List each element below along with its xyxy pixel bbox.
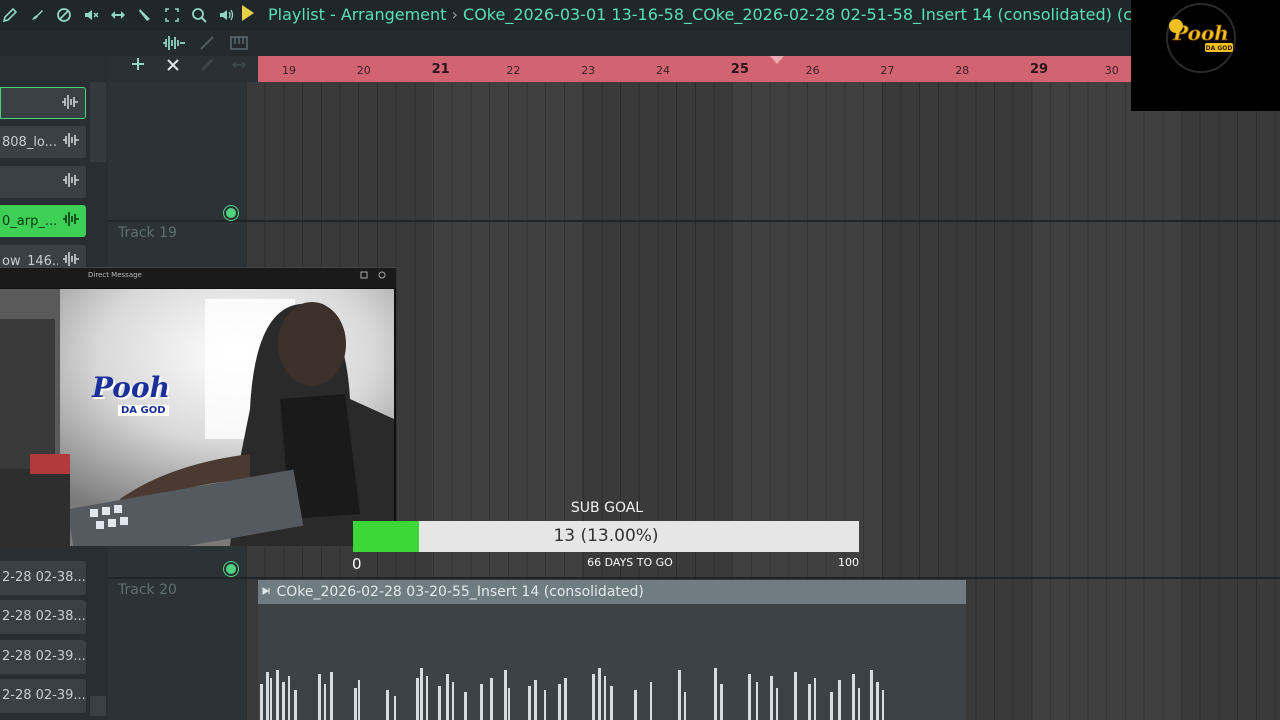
ruler-bar-number: 27 xyxy=(880,64,895,77)
sub-goal-progress-bar: 13 (13.00%) xyxy=(353,521,859,552)
ruler-bar-number: 23 xyxy=(581,64,596,77)
timeline-ruler[interactable]: 19 20 21 22 23 24 25 26 27 28 29 30 xyxy=(258,56,1131,82)
browser-item-label: 808_lo... xyxy=(2,134,58,150)
webcam-video: Pooh DA GOD xyxy=(0,289,394,546)
webcam-window[interactable]: Direct Message Pooh DA GOD xyxy=(0,267,396,546)
recording-item[interactable]: 2-28 02-38... xyxy=(0,600,86,634)
streamer-logo-panel: Pooh DA GOD xyxy=(1131,0,1280,111)
sub-goal-days-left: 66 DAYS TO GO xyxy=(587,556,673,569)
ruler-bar-number: 22 xyxy=(506,64,521,77)
browser-scrollbar[interactable] xyxy=(90,82,106,162)
webcam-logo-sub: DA GOD xyxy=(118,405,169,416)
sub-goal-progress-text: 13 (13.00%) xyxy=(553,526,659,546)
browser-item[interactable]: 0_arp_... xyxy=(0,205,86,237)
audio-clip-header[interactable]: COke_2026-02-28 03-20-55_Insert 14 (cons… xyxy=(258,580,966,604)
waveform-icon xyxy=(62,132,80,152)
waveform-icon xyxy=(62,211,80,231)
waveform-icon[interactable] xyxy=(162,34,186,56)
track-divider xyxy=(108,220,1280,222)
ruler-bar-number: 21 xyxy=(431,62,450,77)
webcam-title-bar[interactable]: Direct Message xyxy=(0,268,396,288)
draw-pencil-icon[interactable] xyxy=(0,5,20,25)
ruler-bar-number: 25 xyxy=(730,62,749,77)
ruler-bar-number: 19 xyxy=(282,64,296,77)
browser-item-label: 0_arp_... xyxy=(2,213,58,229)
ruler-bar-number: 24 xyxy=(656,64,670,77)
waveform-icon xyxy=(62,172,80,192)
title-bar: Playlist - Arrangement › COke_2026-03-01… xyxy=(0,0,1280,30)
edit-icon[interactable] xyxy=(200,58,214,76)
recording-item[interactable]: 2-28 02-38... xyxy=(0,561,86,595)
playlist-arrow-icon[interactable] xyxy=(238,2,258,29)
zoom-icon[interactable] xyxy=(189,5,209,25)
arrows-icon[interactable] xyxy=(232,58,246,76)
sub-goal-max: 100 xyxy=(838,556,859,569)
tool-icons xyxy=(0,3,236,27)
title-prefix: Playlist - Arrangement xyxy=(268,5,447,24)
playhead-marker[interactable] xyxy=(770,56,784,64)
webcam-title: Direct Message xyxy=(88,271,142,279)
piano-icon[interactable] xyxy=(230,34,248,56)
title-file-name: COke_2026-03-01 13-16-58_COke_2026-02-28… xyxy=(463,5,1161,24)
webcam-logo-text: Pooh xyxy=(92,371,171,404)
audio-clip-waveform[interactable] xyxy=(258,604,966,720)
waveform-icon xyxy=(61,94,79,114)
pooh-logo-icon: Pooh DA GOD xyxy=(1166,3,1236,73)
clip-play-icon xyxy=(262,584,276,600)
svg-text:DA GOD: DA GOD xyxy=(1206,45,1233,52)
track-20-label[interactable]: Track 20 xyxy=(118,582,177,598)
sub-toolbar xyxy=(0,30,1280,86)
audio-clip-name: COke_2026-02-28 03-20-55_Insert 14 (cons… xyxy=(276,584,644,600)
grid-bar-band xyxy=(1032,82,1182,720)
track-divider xyxy=(108,577,1280,579)
select-icon[interactable] xyxy=(162,5,182,25)
ruler-bar-number: 28 xyxy=(955,64,970,77)
mute-speaker-icon[interactable] xyxy=(81,5,101,25)
browser-item[interactable]: 808_lo... xyxy=(0,126,86,158)
title-separator: › xyxy=(451,5,458,24)
close-icon[interactable] xyxy=(166,58,180,76)
sub-goal-label: SUB GOAL xyxy=(570,500,644,516)
slice-icon[interactable] xyxy=(135,5,155,25)
browser-item[interactable] xyxy=(0,87,86,119)
track-19-enable-dot[interactable] xyxy=(224,206,238,220)
recording-item[interactable]: 2-28 02-39... xyxy=(0,679,86,713)
webcam-close-icon[interactable] xyxy=(378,271,386,282)
window-title: Playlist - Arrangement › COke_2026-03-01… xyxy=(268,5,1160,24)
browser-item[interactable] xyxy=(0,166,86,198)
browser-scroll-down[interactable] xyxy=(90,696,106,716)
paint-brush-icon[interactable] xyxy=(27,5,47,25)
add-icon[interactable] xyxy=(130,56,146,76)
mute-icon[interactable] xyxy=(54,5,74,25)
recording-item[interactable]: 2-28 02-39... xyxy=(0,640,86,674)
maximize-icon[interactable] xyxy=(360,271,368,282)
slip-icon[interactable] xyxy=(108,5,128,25)
link-icon[interactable] xyxy=(198,34,216,56)
track-19-label[interactable]: Track 19 xyxy=(118,225,177,241)
ruler-bar-number: 30 xyxy=(1104,64,1119,77)
ruler-bar-number: 29 xyxy=(1030,62,1049,77)
ruler-bar-number: 26 xyxy=(805,64,820,77)
sub-goal-min: 0 xyxy=(352,555,362,573)
ruler-bar-number: 20 xyxy=(356,64,371,77)
track-20-enable-dot[interactable] xyxy=(224,562,238,576)
daw-window: Playlist - Arrangement › COke_2026-03-01… xyxy=(0,0,1280,720)
speaker-icon[interactable] xyxy=(216,5,236,25)
